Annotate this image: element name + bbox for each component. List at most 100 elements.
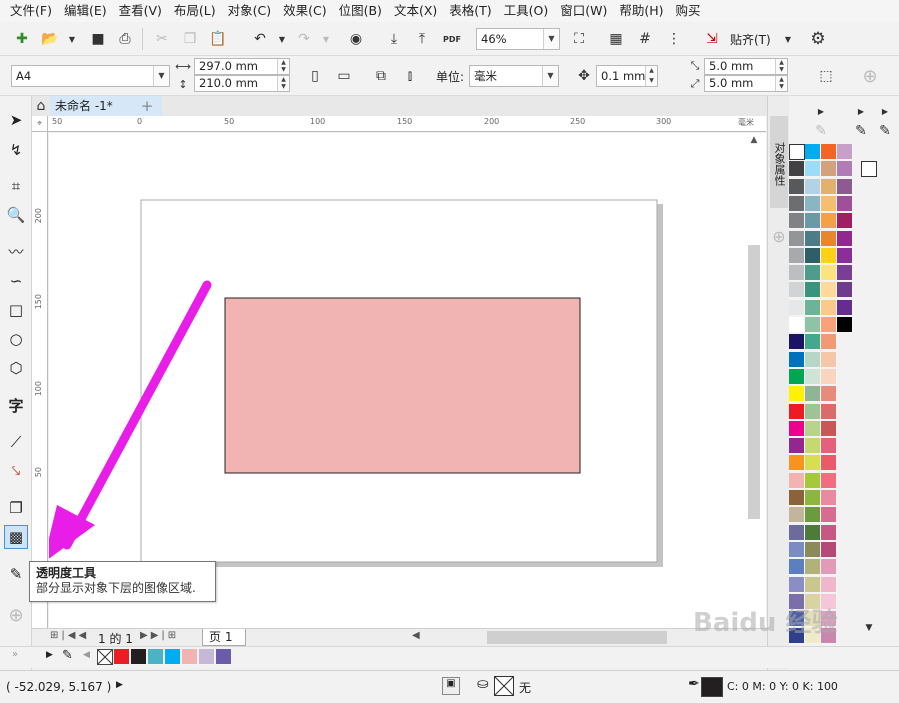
nudge-field[interactable]: 0.1 mm ▲ ▼ (596, 65, 658, 87)
color-swatch[interactable] (789, 524, 805, 541)
outline-color-swatch[interactable] (701, 677, 723, 697)
color-swatch[interactable] (821, 265, 837, 282)
palette-scroll-up-icon[interactable]: ▶ (877, 104, 893, 118)
color-swatch[interactable] (805, 403, 821, 420)
color-swatch[interactable] (789, 472, 805, 489)
color-swatch[interactable] (821, 368, 837, 385)
color-swatch[interactable] (821, 420, 837, 437)
open-dropdown-icon[interactable]: ▼ (60, 27, 84, 51)
color-swatch[interactable] (821, 144, 837, 160)
rectangle-tool-icon[interactable]: □ (4, 298, 28, 322)
color-swatch[interactable] (821, 230, 837, 247)
full-screen-icon[interactable]: ⛶ (567, 27, 591, 51)
connector-tool-icon[interactable]: ⤥ (4, 459, 28, 483)
scroll-up-icon[interactable]: ▲ (748, 135, 760, 151)
add-toolbar-icon[interactable]: ⊕ (858, 64, 882, 88)
color-swatch[interactable] (837, 195, 853, 212)
chevron-down-icon[interactable]: ▼ (542, 66, 558, 86)
color-swatch[interactable] (837, 161, 853, 178)
color-swatch[interactable] (805, 161, 821, 178)
palette-scroll-left-icon[interactable]: ◀ (83, 650, 90, 660)
duplicate-y-field[interactable]: 5.0 mm ▲ ▼ (704, 75, 788, 92)
status-menu-icon[interactable]: ▶ (116, 680, 123, 690)
spinner-icon[interactable]: ▲ ▼ (775, 76, 787, 91)
redo-icon[interactable]: ↷ (292, 27, 316, 51)
zoom-tool-icon[interactable]: 🔍 (4, 203, 28, 227)
import-icon[interactable]: ⤓ (382, 27, 406, 51)
color-swatch[interactable] (805, 178, 821, 195)
units-combo[interactable]: 毫米 ▼ (469, 65, 559, 87)
color-swatch[interactable] (805, 213, 821, 230)
color-swatch[interactable] (789, 559, 805, 576)
color-swatch[interactable] (789, 438, 805, 455)
show-grid-icon[interactable]: # (633, 27, 657, 51)
add-tool-icon[interactable]: ⊕ (4, 603, 28, 627)
menu-item[interactable]: 编辑(E) (58, 0, 113, 22)
menu-item[interactable]: 帮助(H) (613, 0, 669, 22)
menu-item[interactable]: 购买 (670, 0, 707, 22)
color-swatch[interactable] (789, 490, 805, 506)
color-swatch[interactable] (148, 649, 164, 665)
color-swatch[interactable] (821, 161, 837, 178)
color-swatch[interactable] (805, 386, 821, 403)
color-swatch[interactable] (821, 317, 837, 333)
page-height-field[interactable]: 210.0 mm ▲ ▼ (194, 75, 290, 92)
color-swatch[interactable] (821, 247, 837, 264)
landscape-icon[interactable]: ▭ (332, 64, 356, 88)
zoom-combo[interactable]: 46% ▼ (476, 28, 560, 50)
chevron-down-icon[interactable]: ▼ (543, 29, 559, 49)
color-swatch[interactable] (805, 490, 821, 506)
color-swatch[interactable] (789, 161, 805, 178)
transparency-tool-icon[interactable]: ▩ (4, 525, 28, 549)
menu-item[interactable]: 查看(V) (113, 0, 168, 22)
color-swatch[interactable] (805, 265, 821, 282)
palette-eyedropper-icon[interactable]: ✎ (813, 122, 829, 140)
page-tab[interactable]: 页 1 (202, 629, 246, 646)
vertical-ruler[interactable]: 200 150 100 50 (32, 116, 48, 628)
shape-tool-icon[interactable]: ↯ (4, 138, 28, 162)
color-swatch[interactable] (805, 317, 821, 333)
show-guidelines-icon[interactable]: ⋮ (662, 27, 686, 51)
palette-eyedropper-icon[interactable]: ✎ (853, 122, 869, 140)
copy-icon[interactable]: ❐ (178, 27, 202, 51)
save-icon[interactable]: ■ (86, 27, 110, 51)
color-swatch[interactable] (805, 524, 821, 541)
color-swatch[interactable] (821, 472, 837, 489)
color-swatch[interactable] (837, 213, 853, 230)
cut-icon[interactable]: ✂ (150, 27, 174, 51)
color-swatch[interactable] (789, 265, 805, 282)
color-swatch[interactable] (789, 420, 805, 437)
no-color-swatch[interactable] (789, 144, 805, 160)
color-swatch[interactable] (789, 195, 805, 212)
color-swatch[interactable] (789, 455, 805, 472)
palette-eyedropper-icon[interactable]: ✎ (877, 122, 893, 140)
color-swatch[interactable] (837, 178, 853, 195)
color-swatch[interactable] (789, 230, 805, 247)
color-swatch[interactable] (805, 507, 821, 524)
new-tab-plus-icon[interactable]: + (135, 94, 159, 118)
no-color-swatch[interactable] (97, 649, 113, 665)
color-swatch[interactable] (789, 334, 805, 351)
corel-connect-icon[interactable]: ◉ (344, 27, 368, 51)
eyedropper-tool-icon[interactable]: ✎ (4, 562, 28, 586)
color-swatch[interactable] (821, 438, 837, 455)
palette-scroll-up-icon[interactable]: ▶ (853, 104, 869, 118)
show-rulers-icon[interactable]: ▦ (604, 27, 628, 51)
color-swatch[interactable] (789, 282, 805, 299)
color-swatch[interactable] (805, 420, 821, 437)
color-swatch[interactable] (837, 317, 853, 333)
paste-icon[interactable]: 📋 (206, 27, 230, 51)
color-swatch[interactable] (114, 649, 130, 665)
redo-dropdown-icon[interactable]: ▼ (314, 27, 338, 51)
color-swatch[interactable] (789, 351, 805, 368)
color-swatch[interactable] (837, 282, 853, 299)
menu-item[interactable]: 对象(C) (222, 0, 277, 22)
spinner-icon[interactable]: ▲ ▼ (645, 66, 657, 86)
page-width-field[interactable]: 297.0 mm ▲ ▼ (194, 58, 290, 75)
menu-item[interactable]: 表格(T) (443, 0, 497, 22)
text-tool-icon[interactable]: 字 (4, 393, 28, 417)
color-swatch[interactable] (821, 507, 837, 524)
color-swatch[interactable] (837, 247, 853, 264)
color-swatch[interactable] (805, 438, 821, 455)
color-swatch[interactable] (837, 265, 853, 282)
